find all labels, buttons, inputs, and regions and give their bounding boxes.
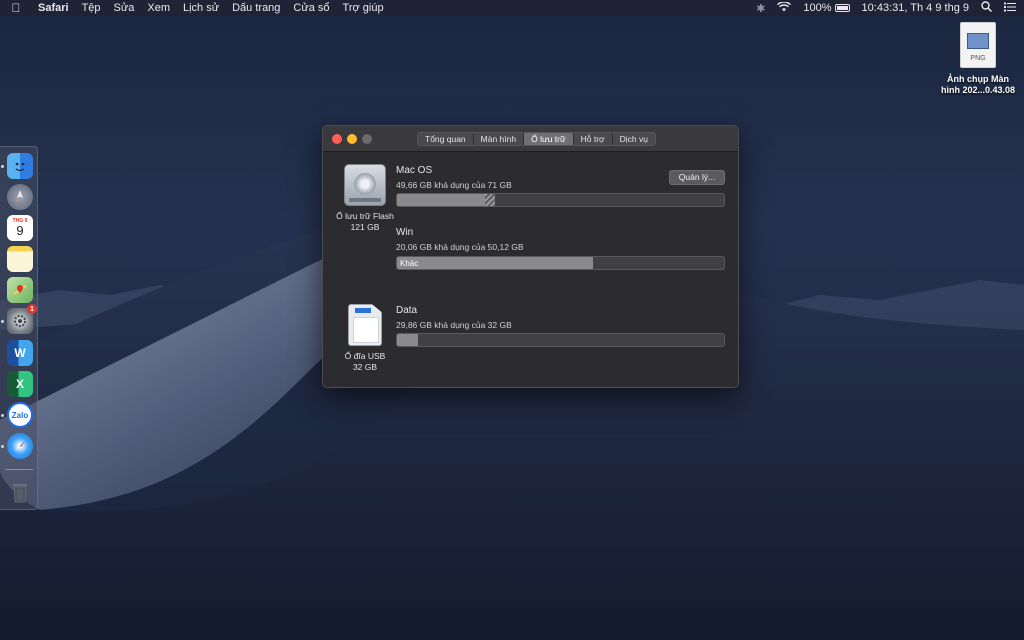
status-area: ✱ 100% 10:43:31, Th 4 9 thg 9 <box>744 0 1016 15</box>
system-preferences-icon[interactable]: 1 <box>7 304 37 334</box>
storage-used-fill <box>397 334 419 346</box>
notes-icon[interactable] <box>7 246 33 272</box>
menu-file[interactable]: Tệp <box>82 2 101 14</box>
menu-history[interactable]: Lịch sử <box>183 2 219 14</box>
system-preferences-running-indicator <box>1 320 4 323</box>
flash-storage-disk: Ổ lưu trữ Flash 121 GB <box>329 164 401 233</box>
trash-icon[interactable] <box>7 479 33 505</box>
dock-separator <box>5 469 33 470</box>
menu-view[interactable]: Xem <box>147 2 170 14</box>
flash-drive-icon <box>344 164 386 206</box>
volume-name: Data <box>396 305 418 316</box>
zalo-running-indicator <box>1 414 4 417</box>
volume-data: Data 29,86 GB khả dụng của 32 GB <box>396 305 726 353</box>
window-titlebar[interactable]: Tổng quan Màn hình Ổ lưu trữ Hỗ trợ Dịch… <box>323 126 738 152</box>
usb-disk-size: 32 GB <box>352 362 378 372</box>
battery-percent: 100% <box>803 2 832 14</box>
volume-name: Win <box>396 227 414 238</box>
about-this-mac-window: Tổng quan Màn hình Ổ lưu trữ Hỗ trợ Dịch… <box>322 125 739 388</box>
volume-available: 29,86 GB khả dụng của 32 GB <box>396 320 512 330</box>
flash-disk-size: 121 GB <box>350 222 380 232</box>
zalo-icon[interactable]: Zalo <box>7 402 33 428</box>
desktop-screenshot-file[interactable]: PNG Ảnh chụp Màn hình 202...0.43.08 <box>938 22 1018 96</box>
tab-overview[interactable]: Tổng quan <box>418 133 474 145</box>
tab-bar: Tổng quan Màn hình Ổ lưu trữ Hỗ trợ Dịch… <box>417 132 656 146</box>
word-letter: W <box>14 346 26 360</box>
file-extension: PNG <box>970 55 986 62</box>
storage-bar[interactable] <box>396 193 725 207</box>
volume-available: 49,66 GB khả dụng của 71 GB <box>396 180 512 190</box>
calendar-icon[interactable]: THG 9 9 <box>7 215 33 241</box>
word-icon[interactable]: W <box>7 340 33 366</box>
tab-storage[interactable]: Ổ lưu trữ <box>524 133 574 145</box>
tab-service[interactable]: Dịch vụ <box>612 133 655 145</box>
spotlight-search-icon[interactable] <box>981 1 993 15</box>
volume-win: Win 20,06 GB khả dụng của 50,12 GB Khác <box>396 227 726 275</box>
bluetooth-icon[interactable]: ✱ <box>756 2 765 15</box>
png-file-icon: PNG <box>960 22 996 68</box>
safari-running-indicator <box>1 445 4 448</box>
menu-app-safari[interactable]: Safari <box>38 2 69 14</box>
menu-help[interactable]: Trợ giúp <box>343 2 384 14</box>
volume-name: Mac OS <box>396 165 433 176</box>
volume-macos: Mac OS 49,66 GB khả dụng của 71 GB <box>396 165 726 213</box>
menu-bar:  Safari Tệp Sửa Xem Lịch sử Dấu trang C… <box>0 0 1024 16</box>
file-name-line1: Ảnh chụp Màn <box>947 74 1009 84</box>
maps-icon[interactable] <box>7 277 33 303</box>
zalo-text: Zalo <box>11 410 29 420</box>
excel-letter: X <box>15 377 24 391</box>
battery-icon <box>834 4 850 12</box>
tab-displays[interactable]: Màn hình <box>473 133 525 145</box>
dock: THG 9 9 1 W X Zalo <box>0 146 38 510</box>
zoom-button[interactable] <box>362 134 372 144</box>
menubar-clock[interactable]: 10:43:31, Th 4 9 thg 9 <box>862 2 969 14</box>
excel-icon[interactable]: X <box>7 371 33 397</box>
usb-disk-label: Ổ đĩa USB <box>344 351 386 361</box>
tab-support[interactable]: Hỗ trợ <box>573 133 613 145</box>
storage-used-fill <box>397 257 594 269</box>
storage-bar[interactable] <box>396 333 725 347</box>
launchpad-icon[interactable] <box>7 184 33 210</box>
minimize-button[interactable] <box>347 134 357 144</box>
menu-bookmarks[interactable]: Dấu trang <box>232 2 280 14</box>
finder-running-indicator <box>1 165 4 168</box>
finder-icon[interactable] <box>7 153 33 179</box>
battery-indicator[interactable]: 100% <box>803 2 850 14</box>
menu-edit[interactable]: Sửa <box>114 2 135 14</box>
notification-badge: 1 <box>27 304 37 314</box>
volume-available: 20,06 GB khả dụng của 50,12 GB <box>396 242 524 252</box>
file-name-line2: hình 202...0.43.08 <box>940 85 1016 95</box>
wifi-icon[interactable] <box>777 0 792 15</box>
safari-icon[interactable] <box>7 433 33 459</box>
close-button[interactable] <box>332 134 342 144</box>
calendar-day: 9 <box>16 223 24 238</box>
usb-drive-icon <box>348 304 382 346</box>
storage-bar[interactable]: Khác <box>396 256 725 270</box>
notification-center-icon[interactable] <box>1004 2 1016 15</box>
storage-purgeable-fill <box>485 194 496 206</box>
menu-window[interactable]: Cửa sổ <box>293 2 329 14</box>
usb-disk: Ổ đĩa USB 32 GB <box>329 304 401 373</box>
storage-bar-label: Khác <box>400 259 419 268</box>
flash-disk-label: Ổ lưu trữ Flash <box>336 211 394 221</box>
storage-used-fill <box>397 194 486 206</box>
apple-icon[interactable]:  <box>8 1 24 15</box>
